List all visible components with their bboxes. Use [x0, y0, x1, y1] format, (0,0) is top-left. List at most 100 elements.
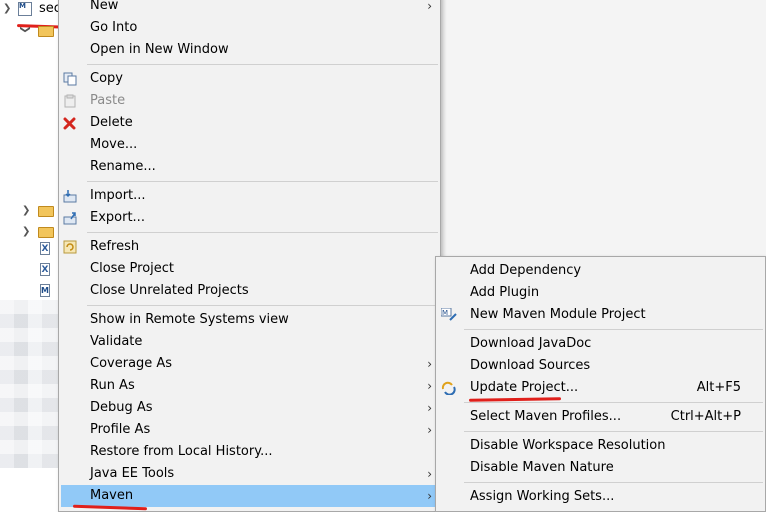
- menu-item-go-into[interactable]: Go Into: [59, 17, 440, 39]
- menu-item-label: Maven: [90, 488, 134, 503]
- maven-project-icon: M: [18, 2, 32, 16]
- menu-item-label: Paste: [90, 93, 126, 108]
- menu-item-debug-as[interactable]: Debug As ›: [59, 397, 440, 419]
- menu-item-paste[interactable]: Paste: [59, 90, 440, 112]
- menu-item-coverage-as[interactable]: Coverage As ›: [59, 353, 440, 375]
- menu-item-download-sources[interactable]: Download Sources: [436, 355, 765, 377]
- menu-separator: [87, 305, 438, 306]
- menu-item-label: Copy: [90, 71, 123, 86]
- menu-item-copy[interactable]: Copy: [59, 68, 440, 90]
- maven-module-icon: M: [440, 307, 457, 322]
- menu-separator: [464, 482, 763, 483]
- menu-item-show-in-remote-systems[interactable]: Show in Remote Systems view: [59, 309, 440, 331]
- update-project-icon: [441, 381, 456, 396]
- context-menu: New › Go Into Open in New Window Copy Pas…: [58, 0, 441, 512]
- folder-icon: [38, 227, 54, 238]
- chevron-right-icon[interactable]: ❯: [22, 205, 30, 216]
- delete-icon: [63, 116, 77, 130]
- pom-file-icon[interactable]: M: [40, 284, 50, 297]
- menu-item-label: Assign Working Sets...: [470, 489, 615, 504]
- menu-item-label: Move...: [90, 137, 138, 152]
- blurred-region-overlay: [0, 300, 58, 468]
- menu-item-label: Open in New Window: [90, 42, 229, 57]
- menu-item-new[interactable]: New ›: [59, 0, 440, 17]
- import-icon: [63, 189, 77, 203]
- menu-item-label: Disable Workspace Resolution: [470, 438, 666, 453]
- menu-item-run-as[interactable]: Run As ›: [59, 375, 440, 397]
- chevron-down-icon[interactable]: ❯: [3, 3, 11, 14]
- shortcut-label: Ctrl+Alt+P: [670, 409, 741, 424]
- submenu-arrow-icon: ›: [427, 401, 432, 415]
- menu-item-label: Disable Maven Nature: [470, 460, 614, 475]
- menu-item-label: Add Plugin: [470, 285, 540, 300]
- maven-submenu: Add Dependency Add Plugin M New Maven Mo…: [435, 256, 766, 512]
- menu-item-label: Download JavaDoc: [470, 336, 592, 351]
- shortcut-label: Alt+F5: [696, 380, 741, 395]
- menu-item-label: Restore from Local History...: [90, 444, 273, 459]
- menu-item-label: Validate: [90, 334, 143, 349]
- menu-item-disable-maven-nature[interactable]: Disable Maven Nature: [436, 457, 765, 479]
- chevron-right-icon[interactable]: ❯: [22, 226, 30, 237]
- menu-item-add-dependency[interactable]: Add Dependency: [436, 260, 765, 282]
- menu-item-label: Java EE Tools: [90, 466, 175, 481]
- submenu-arrow-icon: ›: [427, 379, 432, 393]
- paste-icon: [63, 94, 77, 108]
- menu-item-delete[interactable]: Delete: [59, 112, 440, 134]
- menu-item-import[interactable]: Import...: [59, 185, 440, 207]
- menu-item-rename[interactable]: Rename...: [59, 156, 440, 178]
- menu-item-label: Download Sources: [470, 358, 591, 373]
- menu-item-label: Update Project...: [470, 380, 579, 395]
- menu-item-label: Refresh: [90, 239, 140, 254]
- folder-open-icon: [38, 26, 54, 37]
- menu-item-export[interactable]: Export...: [59, 207, 440, 229]
- submenu-arrow-icon: ›: [427, 0, 432, 13]
- menu-item-close-unrelated-projects[interactable]: Close Unrelated Projects: [59, 280, 440, 302]
- menu-item-add-plugin[interactable]: Add Plugin: [436, 282, 765, 304]
- menu-separator: [464, 329, 763, 330]
- menu-separator: [87, 232, 438, 233]
- menu-item-validate[interactable]: Validate: [59, 331, 440, 353]
- xml-file-icon[interactable]: X: [40, 263, 50, 276]
- menu-separator: [87, 181, 438, 182]
- menu-separator: [464, 402, 763, 403]
- svg-text:M: M: [442, 309, 448, 317]
- copy-icon: [63, 72, 77, 86]
- menu-item-disable-workspace-resolution[interactable]: Disable Workspace Resolution: [436, 435, 765, 457]
- menu-item-java-ee-tools[interactable]: Java EE Tools ›: [59, 463, 440, 485]
- menu-item-label: Go Into: [90, 20, 138, 35]
- menu-item-label: Run As: [90, 378, 135, 393]
- menu-separator: [87, 64, 438, 65]
- menu-item-update-project[interactable]: Update Project... Alt+F5: [436, 377, 765, 399]
- menu-item-label: Show in Remote Systems view: [90, 312, 289, 327]
- project-explorer-tree: ❯ M sec ❯ ❯ ❯ X X M: [0, 0, 74, 512]
- folder-icon: [38, 206, 54, 217]
- menu-item-assign-working-sets[interactable]: Assign Working Sets...: [436, 486, 765, 508]
- menu-item-label: New: [90, 0, 119, 13]
- menu-item-maven[interactable]: Maven ›: [61, 485, 437, 507]
- chevron-down-icon[interactable]: ❯: [20, 25, 31, 33]
- tree-row-project[interactable]: ❯ M sec: [0, 0, 61, 20]
- menu-item-label: Delete: [90, 115, 133, 130]
- export-icon: [63, 211, 77, 225]
- menu-item-label: Export...: [90, 210, 145, 225]
- menu-item-label: Import...: [90, 188, 146, 203]
- menu-item-close-project[interactable]: Close Project: [59, 258, 440, 280]
- menu-item-label: Select Maven Profiles...: [470, 409, 622, 424]
- menu-item-download-javadoc[interactable]: Download JavaDoc: [436, 333, 765, 355]
- xml-file-icon[interactable]: X: [40, 242, 50, 255]
- menu-item-move[interactable]: Move...: [59, 134, 440, 156]
- menu-item-label: Rename...: [90, 159, 156, 174]
- submenu-arrow-icon: ›: [427, 489, 432, 503]
- menu-item-new-maven-module-project[interactable]: M New Maven Module Project: [436, 304, 765, 326]
- menu-item-restore-from-local-history[interactable]: Restore from Local History...: [59, 441, 440, 463]
- menu-item-open-in-new-window[interactable]: Open in New Window: [59, 39, 440, 61]
- menu-item-profile-as[interactable]: Profile As ›: [59, 419, 440, 441]
- menu-item-select-maven-profiles[interactable]: Select Maven Profiles... Ctrl+Alt+P: [436, 406, 765, 428]
- menu-item-label: Add Dependency: [470, 263, 582, 278]
- menu-item-label: Coverage As: [90, 356, 173, 371]
- menu-item-label: Profile As: [90, 422, 151, 437]
- menu-item-label: Close Project: [90, 261, 175, 276]
- menu-item-refresh[interactable]: Refresh: [59, 236, 440, 258]
- refresh-icon: [63, 240, 77, 254]
- menu-item-label: Close Unrelated Projects: [90, 283, 249, 298]
